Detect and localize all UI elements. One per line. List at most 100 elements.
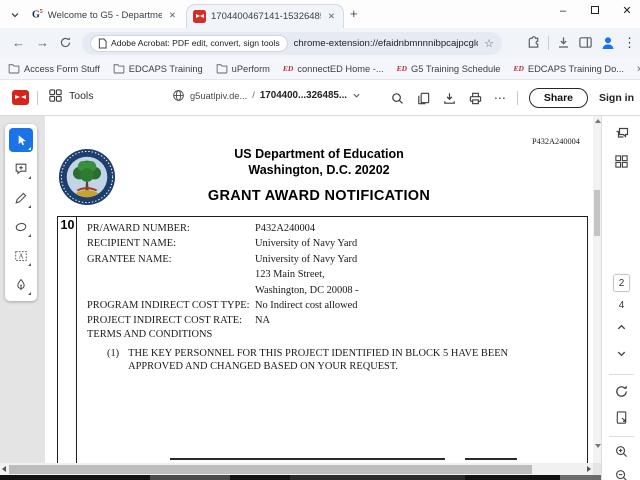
ed-favicon: ED [513, 64, 524, 73]
text-box-icon: A [15, 251, 27, 261]
url-text: chrome-extension://efaidnbmnnnibpcajpcgl… [293, 37, 479, 49]
extensions-puzzle-icon [528, 36, 539, 48]
more-tools-button[interactable]: ⋯ [494, 91, 506, 105]
restore-button[interactable] [588, 5, 602, 17]
share-button[interactable]: Share [528, 88, 588, 108]
search-icon [392, 92, 403, 104]
text-select-tool-button[interactable]: A [9, 244, 33, 268]
extensions-button[interactable] [526, 35, 541, 50]
toolbar-actions: ⋮ [526, 30, 636, 55]
profile-avatar-icon [602, 36, 614, 49]
tools-label: Tools [69, 89, 94, 102]
scroll-left-arrow[interactable] [2, 466, 6, 472]
chevron-down-icon [617, 351, 626, 357]
oval-icon [15, 222, 27, 232]
tab-pdf-active[interactable]: 1704400467141-1532648584.pd ✕ [186, 4, 344, 28]
address-toolbar: ← → Adobe Acrobat: PDF edit, convert, si… [0, 28, 640, 58]
adobe-acrobat-icon[interactable] [12, 90, 29, 105]
next-page-button[interactable] [602, 348, 640, 359]
previous-page-button[interactable] [602, 322, 640, 333]
globe-icon [173, 90, 184, 101]
minimize-button[interactable]: – [556, 5, 570, 17]
tab-search-button[interactable] [6, 6, 23, 23]
term-number: (1) [107, 348, 120, 359]
site-name: g5uatlpiv.de... [190, 90, 248, 101]
doc-title: GRANT AWARD NOTIFICATION [207, 188, 431, 204]
folder-icon [216, 64, 227, 74]
copy-pages-button[interactable] [416, 91, 431, 106]
rotate-page-button[interactable] [602, 384, 640, 399]
field-row: PROJECT INDIRECT COST RATE: NA [87, 315, 271, 327]
divider [609, 374, 634, 375]
bookmark-uperform[interactable]: uPerform [216, 63, 270, 74]
shape-tool-button[interactable] [9, 215, 33, 239]
downloads-button[interactable] [556, 35, 571, 50]
new-tab-button[interactable]: + [350, 6, 358, 21]
download-button[interactable] [442, 91, 457, 106]
comment-tool-button[interactable] [9, 157, 33, 181]
pdf-page[interactable]: P432A240004 US Department of Education W… [45, 116, 593, 463]
scroll-up-arrow[interactable] [594, 119, 601, 123]
tab-close-button[interactable]: ✕ [167, 10, 178, 21]
doc-header-line1: US Department of Education [234, 147, 404, 161]
comments-panel-button[interactable] [602, 126, 640, 142]
sign-in-button[interactable]: Sign in [599, 92, 634, 104]
select-tool-button[interactable] [9, 128, 33, 152]
back-button[interactable]: ← [12, 35, 25, 50]
divider [548, 35, 549, 50]
horizontal-scrollbar[interactable] [0, 463, 593, 475]
document-breadcrumb[interactable]: g5uatlpiv.de... / 1704400...326485... [172, 89, 361, 102]
current-page-input[interactable]: 2 [613, 274, 630, 292]
file-name: 1704400...326485... [259, 90, 348, 101]
pdf-viewer: A P432A240004 US Department of Education… [0, 116, 640, 480]
fit-page-button[interactable] [602, 410, 640, 425]
tab-close-button[interactable]: ✕ [326, 11, 337, 22]
chrome-menu-button[interactable]: ⋮ [623, 35, 636, 51]
signature-line [170, 458, 445, 460]
draw-tool-button[interactable] [9, 186, 33, 210]
tools-grid-icon [49, 89, 62, 102]
fill-sign-tool-button[interactable] [9, 273, 33, 297]
search-button[interactable] [390, 91, 405, 106]
vertical-scrollbar-thumb[interactable] [594, 190, 600, 236]
tab-title: 1704400467141-1532648584.pd [211, 11, 321, 22]
doc-header-line2: Washington, D.C. 20202 [248, 163, 390, 177]
acrobat-toolbar: Tools g5uatlpiv.de... / 1704400...326485… [0, 80, 640, 116]
omnibox[interactable]: Adobe Acrobat: PDF edit, convert, sign t… [82, 31, 502, 55]
bookmark-connected-home[interactable]: ED connectED Home -... [283, 64, 384, 74]
viewer-right-rail: 2 4 [601, 116, 640, 480]
tools-menu-button[interactable]: Tools [48, 88, 94, 103]
bookmark-g5-training-schedule[interactable]: ED G5 Training Schedule [397, 64, 501, 74]
field-row: 123 Main Street, [255, 269, 325, 281]
close-button[interactable]: ✕ [620, 4, 634, 17]
ed-favicon: ED [396, 64, 408, 73]
grid-icon [615, 155, 628, 168]
copy-icon [418, 92, 430, 104]
print-button[interactable] [468, 91, 483, 106]
side-panel-button[interactable] [578, 35, 593, 50]
vertical-scrollbar[interactable] [593, 116, 601, 463]
tab-title: Welcome to G5 - Department o [47, 9, 162, 21]
tab-welcome-g5[interactable]: G5 Welcome to G5 - Department o ✕ [26, 3, 184, 27]
reload-button[interactable] [59, 36, 72, 49]
extension-chip[interactable]: Adobe Acrobat: PDF edit, convert, sign t… [90, 34, 288, 52]
side-panel-icon [579, 37, 592, 48]
thumbnails-panel-button[interactable] [602, 154, 640, 169]
bookmark-edcaps-training[interactable]: EDCAPS Training [113, 63, 203, 74]
profile-button[interactable] [600, 35, 616, 51]
forward-button[interactable]: → [36, 35, 49, 50]
pdf-favicon [193, 10, 206, 23]
bookmark-edcaps-training-do[interactable]: ED EDCAPS Training Do... [513, 64, 624, 74]
svg-text:A: A [18, 253, 23, 261]
field-row: RECIPIENT NAME: University of Navy Yard [87, 238, 358, 250]
zoom-in-button[interactable] [602, 444, 640, 459]
bookmark-star-icon[interactable]: ☆ [484, 37, 494, 50]
horizontal-scrollbar-thumb[interactable] [9, 464, 532, 474]
zoom-out-button[interactable] [602, 468, 640, 480]
divider [37, 91, 38, 105]
scroll-right-arrow[interactable] [587, 466, 591, 472]
scroll-down-arrow[interactable] [594, 444, 601, 448]
restore-icon [591, 5, 599, 14]
bookmark-access-form-stuff[interactable]: Access Form Stuff [8, 63, 100, 74]
bookmarks-bar: Access Form Stuff EDCAPS Training uPerfo… [0, 58, 640, 80]
